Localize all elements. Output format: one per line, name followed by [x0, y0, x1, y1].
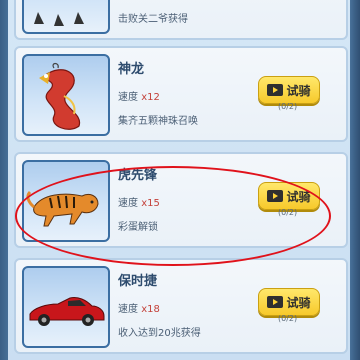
speed-multiplier: x12: [141, 92, 160, 103]
trial-ride-label: 试骑: [286, 295, 311, 310]
speed-stat: 速度 x12: [118, 88, 160, 103]
edge-shadow: [350, 0, 360, 360]
speed-label: 速度: [118, 198, 138, 209]
tiger-image: [26, 190, 99, 227]
porsche-thumbnail: [22, 266, 110, 348]
mount-name: 虎先锋: [118, 168, 158, 183]
mount-name: 神龙: [118, 62, 145, 77]
trial-ride-button[interactable]: 试骑: [258, 288, 320, 316]
speed-stat: 速度 x15: [118, 194, 160, 209]
mount-name: 保时捷: [118, 274, 158, 289]
dragon-image: [39, 62, 81, 130]
play-icon: [267, 190, 284, 202]
play-icon: [267, 84, 284, 96]
horse-image: [34, 12, 84, 26]
unlock-condition: 彩蛋解锁: [118, 222, 158, 233]
trial-ride-button[interactable]: 试骑: [258, 76, 320, 104]
car-image: [29, 297, 105, 326]
speed-multiplier: x15: [141, 198, 160, 209]
trial-ride-label: 试骑: [286, 189, 311, 204]
trial-count: (0/2): [278, 102, 298, 111]
unlock-condition: 集齐五颗神珠召唤: [118, 116, 198, 127]
tiger-thumbnail: [22, 160, 110, 242]
speed-label: 速度: [118, 92, 138, 103]
unlock-condition: 击败关二爷获得: [118, 14, 188, 25]
trial-count: (0/2): [278, 208, 298, 217]
mount-card-dragon: 神龙 速度 x12 集齐五颗神珠召唤 试骑 (0/2): [14, 46, 348, 142]
trial-ride-label: 试骑: [286, 83, 311, 98]
trial-count: (0/2): [278, 314, 298, 323]
play-icon: [267, 296, 284, 308]
horse-thumbnail: [22, 0, 110, 34]
mount-card-tiger: 虎先锋 速度 x15 彩蛋解锁 试骑 (0/2): [14, 152, 348, 248]
speed-multiplier: x18: [141, 304, 160, 315]
speed-stat: 速度 x18: [118, 300, 160, 315]
mount-card-horse: 击败关二爷获得: [14, 0, 348, 40]
unlock-condition: 收入达到20兆获得: [118, 328, 201, 339]
dragon-thumbnail: [22, 54, 110, 136]
trial-ride-button[interactable]: 试骑: [258, 182, 320, 210]
speed-label: 速度: [118, 304, 138, 315]
mount-card-porsche: 保时捷 速度 x18 收入达到20兆获得 试骑 (0/2): [14, 258, 348, 354]
